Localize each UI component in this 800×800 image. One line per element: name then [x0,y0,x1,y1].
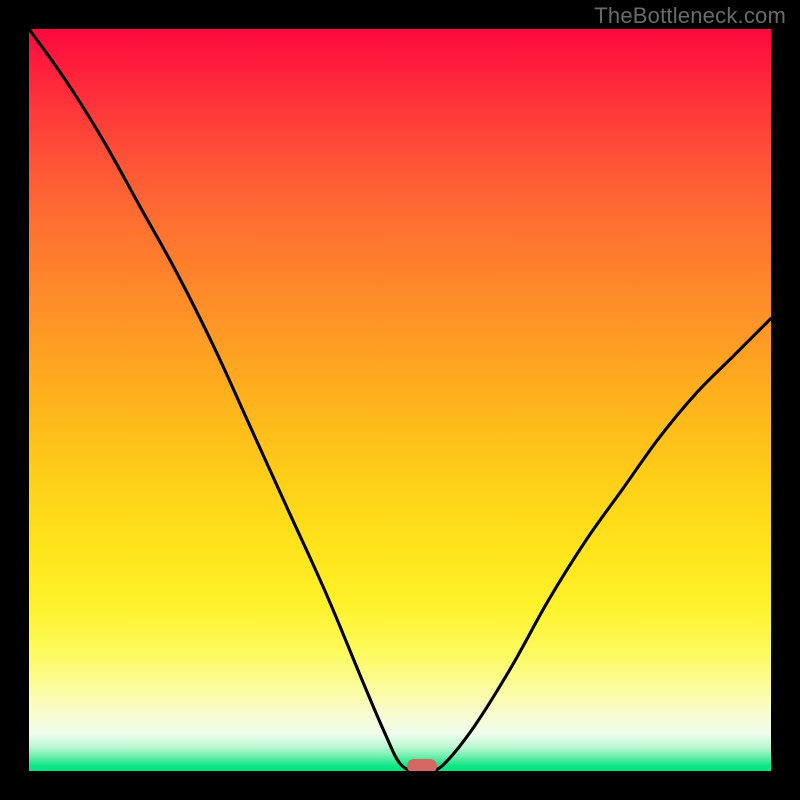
bottleneck-curve [29,29,771,771]
plot-area [29,29,771,771]
curve-path [29,29,771,771]
chart-frame: TheBottleneck.com [0,0,800,800]
watermark-text: TheBottleneck.com [594,3,786,29]
optimal-marker [407,759,437,771]
